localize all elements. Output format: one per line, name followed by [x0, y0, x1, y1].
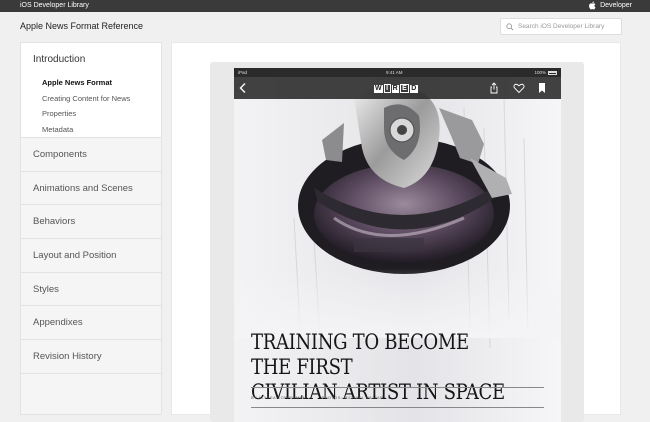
sidebar-item-revision-history[interactable]: Revision History [21, 340, 161, 374]
logo-letter: D [410, 84, 418, 93]
developer-link[interactable]: Developer [588, 1, 632, 10]
ipad-frame: iPad 9:41 AM 100% W I R E D TRAINING TO … [210, 62, 584, 422]
heart-icon[interactable] [513, 82, 525, 94]
search-icon [506, 22, 514, 31]
share-icon[interactable] [488, 82, 500, 94]
back-chevron-icon[interactable] [238, 82, 248, 94]
sidebar-item-animations-and-scenes[interactable]: Animations and Scenes [21, 172, 161, 206]
headline-line-1: TRAINING TO BECOME THE FIRST [251, 330, 469, 379]
sidebar-item-behaviors[interactable]: Behaviors [21, 205, 161, 240]
main-content: iPad 9:41 AM 100% W I R E D TRAINING TO … [171, 42, 621, 422]
logo-letter: E [400, 84, 410, 93]
wired-logo: W I R E D [374, 84, 418, 93]
author-credit: BY ALYSSA COPPELMAN [251, 395, 307, 400]
logo-letter: I [384, 84, 391, 93]
search-input[interactable] [518, 23, 618, 30]
sidebar-item-components[interactable]: Components [21, 138, 161, 172]
sidebar-subitem-metadata[interactable]: Metadata [33, 122, 149, 138]
sidebar-subitem-apple-news-format[interactable]: Apple News Format [33, 75, 149, 91]
sidebar-subitem-creating-content[interactable]: Creating Content for News [33, 91, 149, 107]
sidebar-item-appendixes[interactable]: Appendixes [21, 306, 161, 341]
sidebar-item-introduction[interactable]: Introduction [33, 54, 149, 65]
status-time: 9:41 AM [386, 70, 403, 75]
status-battery: 100% [534, 70, 557, 75]
ipad-screen: iPad 9:41 AM 100% W I R E D TRAINING TO … [234, 68, 561, 422]
sidebar-subitem-properties[interactable]: Properties [33, 106, 149, 122]
news-nav-bar: W I R E D [234, 77, 561, 99]
battery-percent: 100% [534, 70, 546, 75]
photo-credit: PHOTOS: MICHAEL NAJJAR [321, 395, 384, 400]
logo-letter: W [374, 84, 384, 93]
bookmark-icon[interactable] [536, 82, 548, 94]
sidebar-section-introduction: Introduction Apple News Format Creating … [21, 43, 161, 138]
article-byline: BY ALYSSA COPPELMAN PHOTOS: MICHAEL NAJJ… [251, 387, 544, 408]
sidebar-nav: Introduction Apple News Format Creating … [20, 42, 162, 415]
library-link[interactable]: iOS Developer Library [20, 2, 89, 9]
sidebar-item-layout-and-position[interactable]: Layout and Position [21, 239, 161, 273]
developer-label: Developer [600, 2, 632, 9]
top-bar: iOS Developer Library Developer [0, 0, 650, 12]
device-label: iPad [238, 70, 248, 75]
search-box[interactable] [500, 18, 622, 35]
logo-letter: R [391, 84, 400, 93]
ios-status-bar: iPad 9:41 AM 100% [234, 68, 561, 77]
sidebar-item-styles[interactable]: Styles [21, 273, 161, 307]
page-header: Apple News Format Reference [0, 12, 650, 42]
apple-logo-icon [589, 1, 596, 10]
battery-icon [548, 70, 557, 75]
page-title: Apple News Format Reference [20, 21, 144, 31]
